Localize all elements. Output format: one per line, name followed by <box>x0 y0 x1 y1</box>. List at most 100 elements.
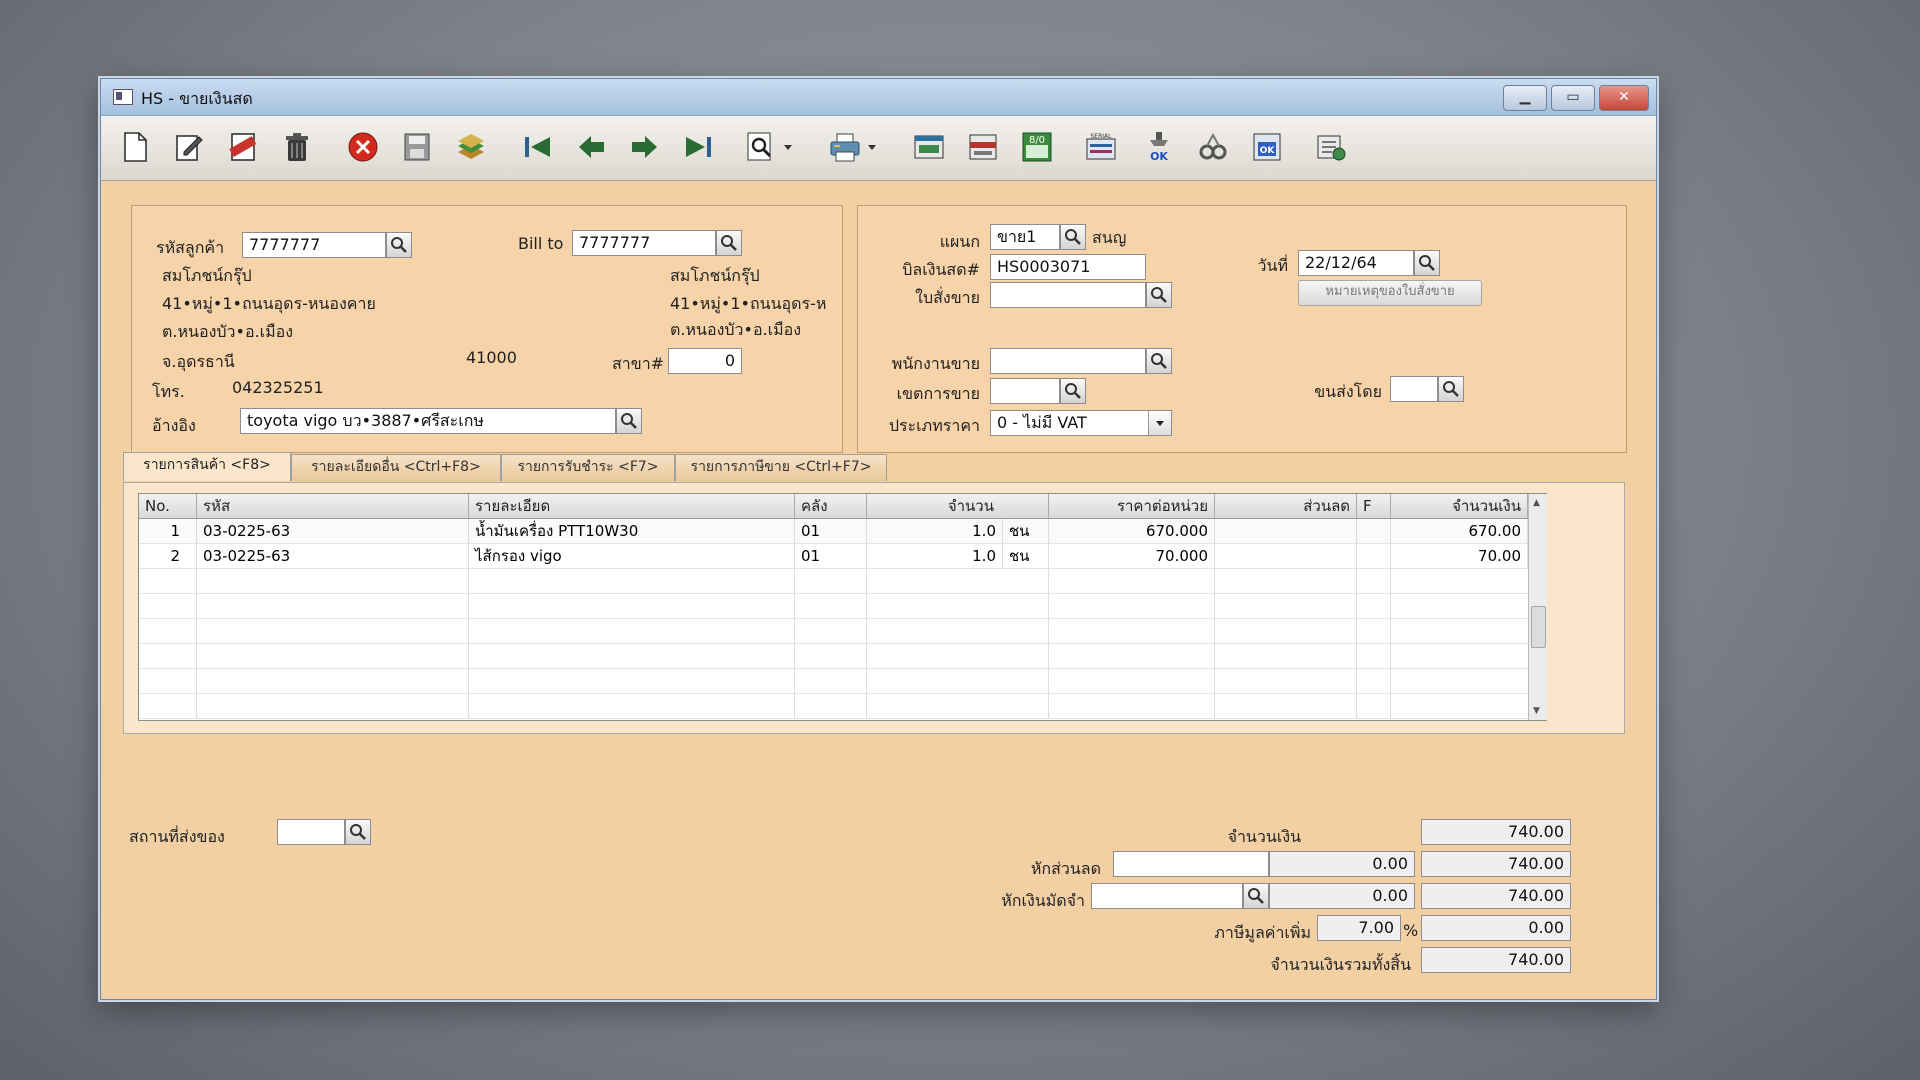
customer-address-line2: ต.หนองบัว•อ.เมือง <box>162 322 294 341</box>
column-separator <box>1214 694 1215 718</box>
cancel-icon[interactable] <box>345 128 381 166</box>
date-label: วันที่ <box>1257 256 1288 275</box>
reference-input[interactable]: toyota vigo บว•3887•ศรีสะเกษ <box>240 408 616 434</box>
print-icon[interactable] <box>827 128 863 166</box>
column-separator <box>794 694 795 718</box>
bill-number-input[interactable]: HS0003071 <box>990 254 1146 280</box>
column-separator <box>1356 694 1357 718</box>
calc-icon[interactable]: 8/0 <box>1019 128 1055 166</box>
row-unit: ชน <box>1003 544 1049 568</box>
sales-area-input[interactable] <box>990 378 1060 404</box>
void-icon[interactable] <box>225 128 261 166</box>
col-no[interactable]: No. <box>139 494 197 518</box>
serial-icon[interactable]: SERIAL <box>1083 128 1119 166</box>
column-separator <box>794 594 795 618</box>
col-quantity[interactable]: จำนวน <box>867 494 1049 518</box>
items-grid[interactable]: No. รหัส รายละเอียด คลัง จำนวน ราคาต่อหน… <box>138 493 1547 721</box>
price-type-select[interactable]: 0 - ไม่มี VAT <box>990 410 1172 436</box>
chevron-down-icon[interactable] <box>1148 411 1171 435</box>
table-row[interactable]: 2 03-0225-63 ไส้กรอง vigo 01 1.0 ชน 70.0… <box>139 544 1546 569</box>
column-separator <box>866 644 867 668</box>
tab-other-details[interactable]: รายละเอียดอื่น <Ctrl+F8> <box>291 454 501 481</box>
column-separator <box>1214 594 1215 618</box>
last-record-icon[interactable] <box>681 128 717 166</box>
scroll-down-icon[interactable]: ▼ <box>1533 706 1540 716</box>
prev-record-icon[interactable] <box>573 128 609 166</box>
find-dropdown-icon[interactable] <box>781 128 795 166</box>
col-amount[interactable]: จำนวนเงิน <box>1391 494 1528 518</box>
amount-label: จำนวนเงิน <box>1227 827 1301 846</box>
row-quantity: 1.0 <box>867 519 1003 543</box>
scroll-up-icon[interactable]: ▲ <box>1533 498 1540 508</box>
discount-input[interactable] <box>1113 851 1269 877</box>
book-icon[interactable] <box>965 128 1001 166</box>
close-button[interactable]: ✕ <box>1599 85 1649 111</box>
save-icon[interactable] <box>399 128 435 166</box>
column-separator <box>1048 569 1049 593</box>
table-row[interactable]: 1 03-0225-63 น้ำมันเครื่อง PTT10W30 01 1… <box>139 519 1546 544</box>
link-icon[interactable] <box>1195 128 1231 166</box>
next-record-icon[interactable] <box>627 128 663 166</box>
sales-order-input[interactable] <box>990 282 1146 308</box>
grid-scrollbar[interactable]: ▲ ▼ <box>1528 494 1547 720</box>
empty-row[interactable] <box>139 644 1546 669</box>
deposit-input[interactable] <box>1091 883 1243 909</box>
empty-row[interactable] <box>139 619 1546 644</box>
sales-order-search-icon[interactable] <box>1146 282 1172 308</box>
col-description[interactable]: รายละเอียด <box>469 494 795 518</box>
settings-icon[interactable] <box>1313 128 1349 166</box>
branch-input[interactable]: 0 <box>668 348 742 374</box>
column-separator <box>1390 669 1391 693</box>
col-unit-price[interactable]: ราคาต่อหน่วย <box>1049 494 1215 518</box>
first-record-icon[interactable] <box>519 128 555 166</box>
approve-icon[interactable]: OK <box>1141 128 1177 166</box>
empty-row[interactable] <box>139 669 1546 694</box>
ship-by-input[interactable] <box>1390 376 1438 402</box>
scroll-thumb[interactable] <box>1531 606 1546 648</box>
col-flag[interactable]: F <box>1357 494 1391 518</box>
order-note-button[interactable]: หมายเหตุของใบสั่งขาย <box>1298 280 1482 306</box>
empty-row[interactable] <box>139 694 1546 719</box>
ok-icon[interactable]: OK <box>1249 128 1285 166</box>
col-discount[interactable]: ส่วนลด <box>1215 494 1357 518</box>
billto-code-input[interactable]: 7777777 <box>572 230 716 256</box>
trash-icon[interactable] <box>279 128 315 166</box>
minimize-button[interactable]: ▁ <box>1503 85 1547 111</box>
new-doc-icon[interactable] <box>117 128 153 166</box>
department-search-icon[interactable] <box>1060 224 1086 250</box>
phone-value: 042325251 <box>232 378 324 397</box>
col-warehouse[interactable]: คลัง <box>795 494 867 518</box>
ship-by-search-icon[interactable] <box>1438 376 1464 402</box>
reference-search-icon[interactable] <box>616 408 642 434</box>
salesman-search-icon[interactable] <box>1146 348 1172 374</box>
salesman-input[interactable] <box>990 348 1146 374</box>
sales-area-search-icon[interactable] <box>1060 378 1086 404</box>
row-unit: ชน <box>1003 519 1049 543</box>
customer-search-icon[interactable] <box>386 232 412 258</box>
maximize-button[interactable]: ▭ <box>1551 85 1595 111</box>
tab-sales-tax[interactable]: รายการภาษีขาย <Ctrl+F7> <box>675 454 887 481</box>
date-input[interactable]: 22/12/64 <box>1298 250 1414 276</box>
col-code[interactable]: รหัส <box>197 494 469 518</box>
vat-amount-value: 0.00 <box>1421 915 1571 941</box>
date-picker-icon[interactable] <box>1414 250 1440 276</box>
column-separator <box>1390 619 1391 643</box>
ship-place-input[interactable] <box>277 819 345 845</box>
department-input[interactable]: ขาย1 <box>990 224 1060 250</box>
deposit-search-icon[interactable] <box>1243 883 1269 909</box>
customer-code-input[interactable]: 7777777 <box>242 232 386 258</box>
print-dropdown-icon[interactable] <box>865 128 879 166</box>
report-icon[interactable] <box>911 128 947 166</box>
column-separator <box>468 694 469 718</box>
stack-icon[interactable] <box>453 128 489 166</box>
billto-search-icon[interactable] <box>716 230 742 256</box>
customer-code-label: รหัสลูกค้า <box>156 238 225 257</box>
ship-place-search-icon[interactable] <box>345 819 371 845</box>
tab-items[interactable]: รายการสินค้า <F8> <box>123 452 291 481</box>
tab-payments[interactable]: รายการรับชำระ <F7> <box>501 454 675 481</box>
empty-row[interactable] <box>139 594 1546 619</box>
empty-row[interactable] <box>139 569 1546 594</box>
find-icon[interactable] <box>743 128 779 166</box>
column-separator <box>1356 644 1357 668</box>
edit-icon[interactable] <box>171 128 207 166</box>
